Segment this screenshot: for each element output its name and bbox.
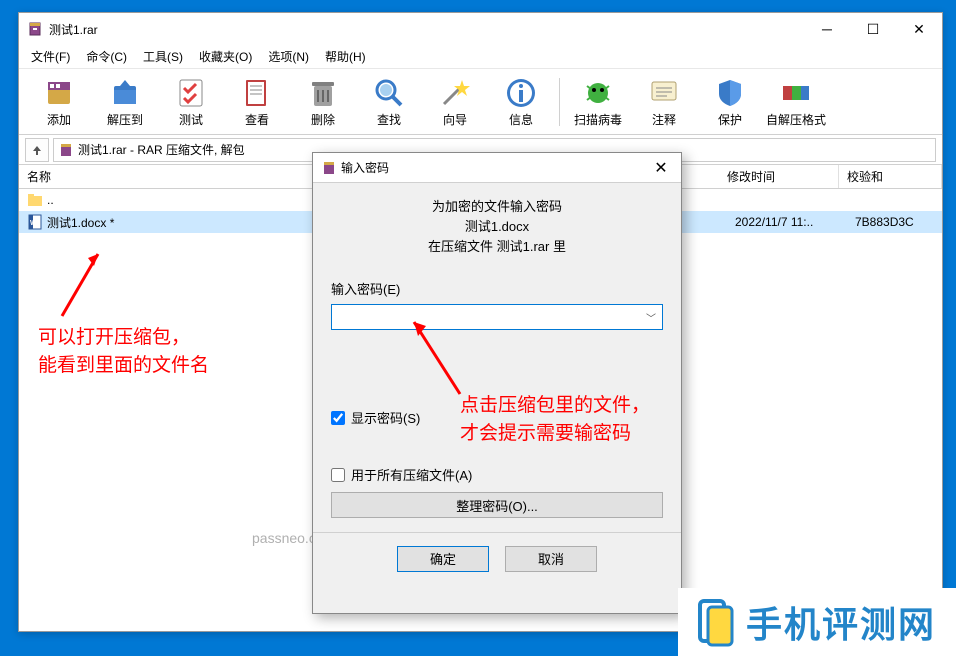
dialog-close-button[interactable]: ✕ [641, 153, 681, 183]
docx-icon: W [27, 214, 43, 230]
phone-icon [690, 597, 740, 647]
password-label: 输入密码(E) [331, 279, 663, 298]
logo-text: 手机评测网 [746, 596, 936, 648]
all-archives-checkbox[interactable]: 用于所有压缩文件(A) [331, 465, 663, 484]
column-crc[interactable]: 校验和 [839, 165, 942, 188]
info-button[interactable]: 信息 [489, 73, 553, 131]
delete-icon [306, 76, 340, 110]
up-button[interactable] [25, 138, 49, 162]
comment-icon [647, 76, 681, 110]
dialog-body: 为加密的文件输入密码 测试1.docx 在压缩文件 测试1.rar 里 输入密码… [313, 183, 681, 532]
maximize-button[interactable]: ☐ [850, 13, 896, 45]
find-button[interactable]: 查找 [357, 73, 421, 131]
extract-button[interactable]: 解压到 [93, 73, 157, 131]
column-modified[interactable]: 修改时间 [719, 165, 839, 188]
dialog-buttons: 确定 取消 [313, 532, 681, 582]
folder-up-icon [27, 192, 43, 208]
test-icon [174, 76, 208, 110]
sfx-button[interactable]: 自解压格式 [764, 73, 828, 131]
column-name[interactable]: 名称 [19, 165, 319, 188]
wizard-button[interactable]: 向导 [423, 73, 487, 131]
protect-button[interactable]: 保护 [698, 73, 762, 131]
protect-icon [713, 76, 747, 110]
dialog-title: 输入密码 [341, 159, 641, 176]
svg-text:W: W [30, 220, 37, 227]
dropdown-icon: ﹀ [646, 310, 656, 325]
info-icon [504, 76, 538, 110]
path-text: 测试1.rar - RAR 压缩文件, 解包 [78, 141, 245, 158]
add-icon [42, 76, 76, 110]
toolbar: 添加 解压到 测试 查看 删除 查找 向导 信息 [19, 69, 942, 135]
test-button[interactable]: 测试 [159, 73, 223, 131]
winrar-icon [321, 160, 337, 176]
ok-button[interactable]: 确定 [397, 546, 489, 572]
archive-icon [58, 142, 74, 158]
view-button[interactable]: 查看 [225, 73, 289, 131]
extract-icon [108, 76, 142, 110]
password-input[interactable]: ﹀ [331, 304, 663, 330]
menu-tools[interactable]: 工具(S) [135, 46, 191, 67]
dialog-titlebar: 输入密码 ✕ [313, 153, 681, 183]
menu-options[interactable]: 选项(N) [260, 46, 317, 67]
delete-button[interactable]: 删除 [291, 73, 355, 131]
sfx-icon [779, 76, 813, 110]
menu-help[interactable]: 帮助(H) [317, 46, 374, 67]
toolbar-separator [559, 78, 560, 126]
site-logo: 手机评测网 [678, 588, 956, 656]
virus-button[interactable]: 扫描病毒 [566, 73, 630, 131]
titlebar: 测试1.rar ─ ☐ ✕ [19, 13, 942, 45]
menu-command[interactable]: 命令(C) [78, 46, 135, 67]
window-controls: ─ ☐ ✕ [804, 13, 942, 45]
menubar: 文件(F) 命令(C) 工具(S) 收藏夹(O) 选项(N) 帮助(H) [19, 45, 942, 69]
close-button[interactable]: ✕ [896, 13, 942, 45]
winrar-icon [27, 21, 43, 37]
minimize-button[interactable]: ─ [804, 13, 850, 45]
view-icon [240, 76, 274, 110]
organize-passwords-button[interactable]: 整理密码(O)... [331, 492, 663, 518]
menu-favorites[interactable]: 收藏夹(O) [191, 46, 260, 67]
annotation-right: 点击压缩包里的文件， 才会提示需要输密码 [460, 392, 650, 448]
virus-icon [581, 76, 615, 110]
dialog-message: 为加密的文件输入密码 测试1.docx 在压缩文件 测试1.rar 里 [331, 197, 663, 257]
password-dialog: 输入密码 ✕ 为加密的文件输入密码 测试1.docx 在压缩文件 测试1.rar… [312, 152, 682, 614]
cancel-button[interactable]: 取消 [505, 546, 597, 572]
annotation-left: 可以打开压缩包， 能看到里面的文件名 [38, 324, 209, 380]
annotation-arrow-left [48, 248, 108, 328]
window-title: 测试1.rar [49, 21, 804, 38]
add-button[interactable]: 添加 [27, 73, 91, 131]
wizard-icon [438, 76, 472, 110]
find-icon [372, 76, 406, 110]
menu-file[interactable]: 文件(F) [23, 46, 78, 67]
comment-button[interactable]: 注释 [632, 73, 696, 131]
